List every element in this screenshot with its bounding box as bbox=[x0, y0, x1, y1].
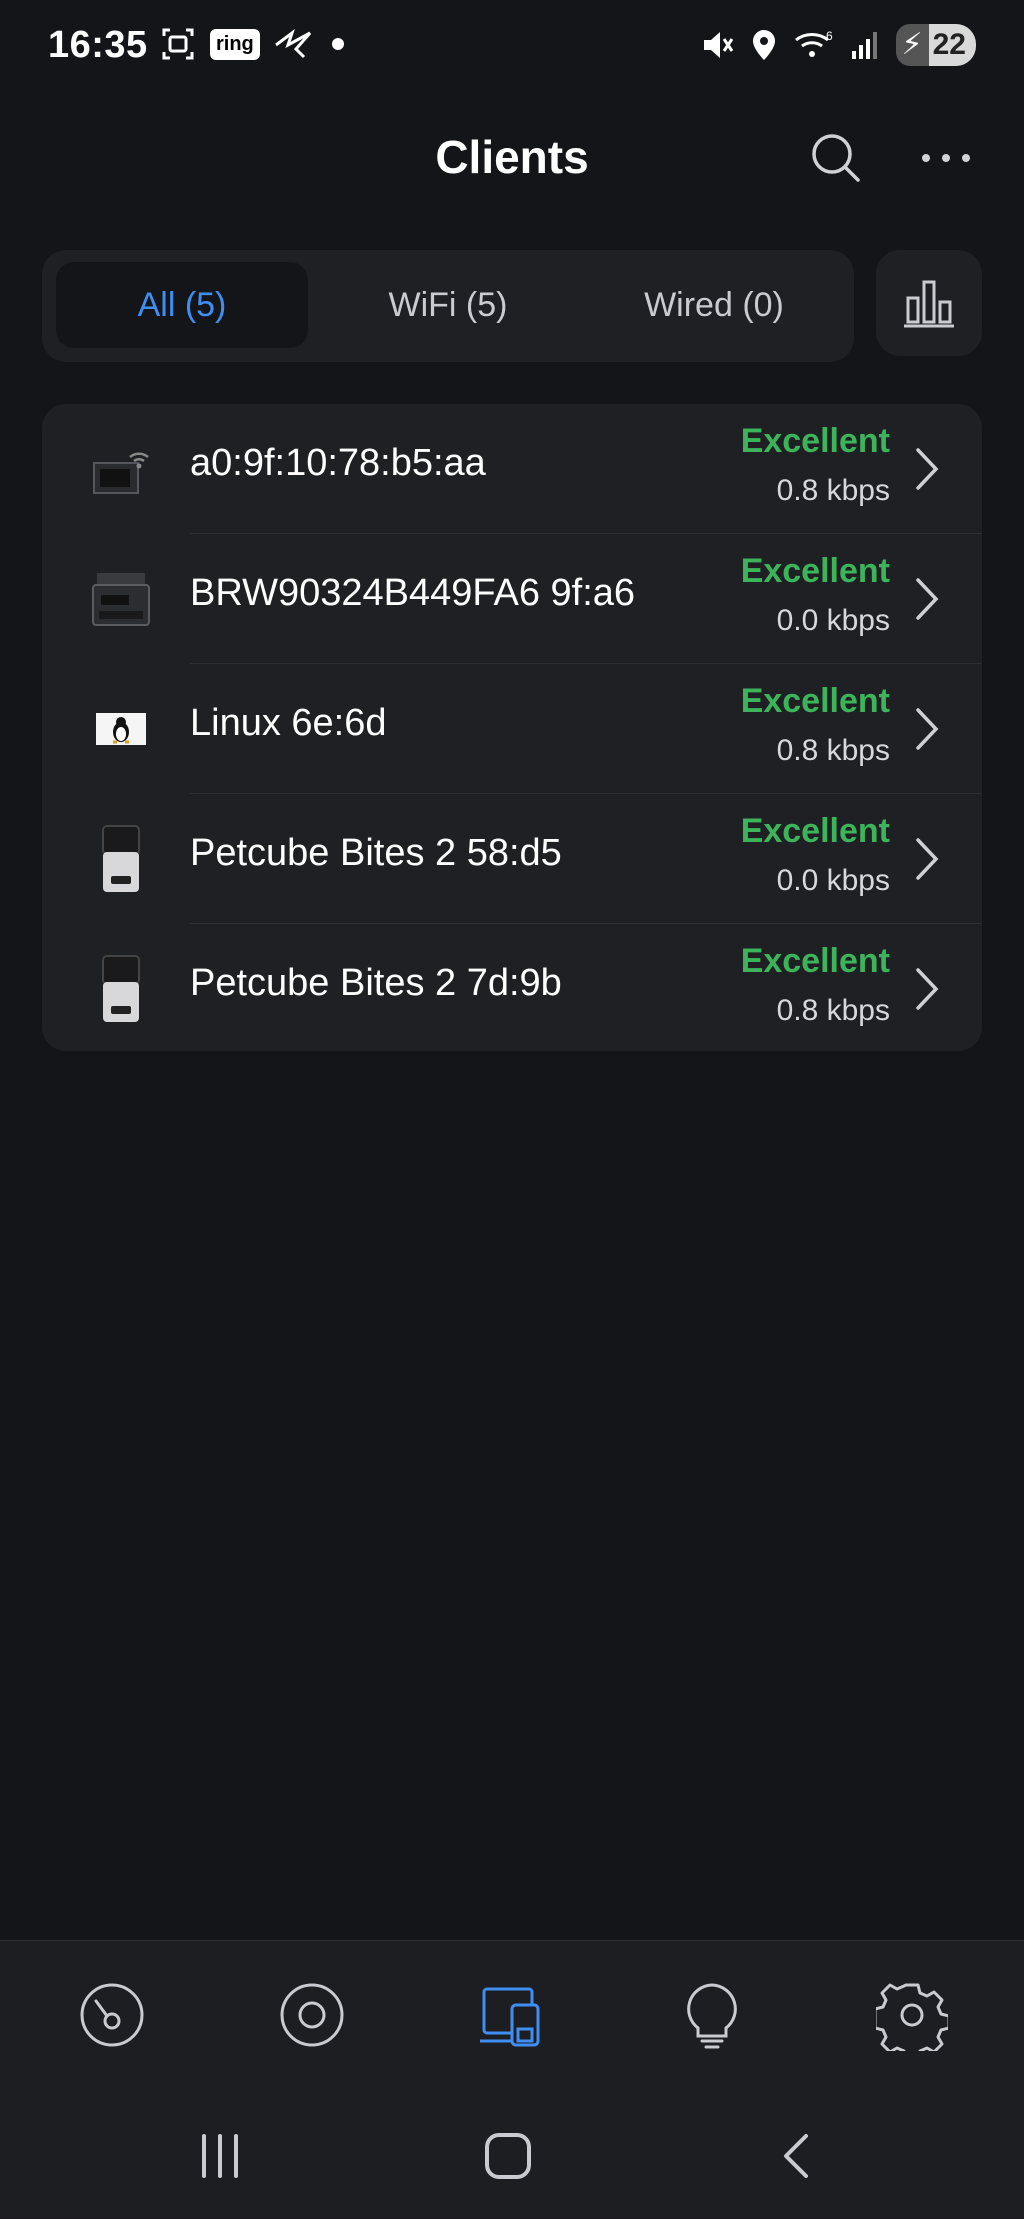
status-right-icons: 6 ⚡ 22 bbox=[700, 24, 976, 66]
charging-icon: ⚡ bbox=[895, 24, 929, 66]
back-icon[interactable] bbox=[768, 2130, 828, 2182]
client-name: Petcube Bites 2 7d:9b bbox=[190, 962, 562, 1004]
mute-icon bbox=[703, 32, 733, 58]
signal-icon bbox=[851, 32, 877, 59]
client-row[interactable]: Petcube Bites 2 58:d5 Excellent 0.0 kbps bbox=[42, 794, 982, 924]
signal-quality: Excellent bbox=[740, 422, 890, 460]
stats-button[interactable] bbox=[876, 250, 982, 356]
chevron-right-icon bbox=[916, 448, 939, 490]
printer-icon bbox=[86, 564, 156, 634]
client-list: a0:9f:10:78:b5:aa Excellent 0.8 kbps BRW… bbox=[42, 404, 982, 1051]
insights-icon[interactable] bbox=[676, 1979, 748, 2051]
screenshot-icon bbox=[162, 28, 194, 60]
status-bar: 16:35 ring 6 ⚡ 22 bbox=[0, 0, 1024, 96]
signal-quality: Excellent bbox=[740, 942, 890, 980]
tab-wired[interactable]: Wired (0) bbox=[588, 262, 840, 348]
location-icon bbox=[752, 30, 775, 60]
client-row[interactable]: Linux 6e:6d Excellent 0.8 kbps bbox=[42, 664, 982, 794]
bar-chart-icon bbox=[904, 280, 954, 328]
linux-icon bbox=[86, 694, 156, 764]
client-row[interactable]: Petcube Bites 2 7d:9b Excellent 0.8 kbps bbox=[42, 924, 982, 1051]
search-icon[interactable] bbox=[808, 130, 864, 186]
signal-quality: Excellent bbox=[740, 682, 890, 720]
clients-icon[interactable] bbox=[476, 1979, 548, 2051]
status-left-icons: ring bbox=[160, 26, 350, 62]
client-rate: 0.0 kbps bbox=[776, 604, 890, 637]
chevron-right-icon bbox=[916, 838, 939, 880]
client-name: Petcube Bites 2 58:d5 bbox=[190, 832, 562, 874]
battery-level: 22 bbox=[932, 28, 966, 61]
dot-icon bbox=[331, 38, 344, 50]
wifi-icon: 6 bbox=[794, 29, 833, 57]
client-name: a0:9f:10:78:b5:aa bbox=[190, 442, 486, 484]
client-rate: 0.8 kbps bbox=[776, 994, 890, 1027]
chevron-right-icon bbox=[916, 578, 939, 620]
app-header: Clients bbox=[0, 110, 1024, 200]
client-rate: 0.8 kbps bbox=[776, 474, 890, 507]
client-name: BRW90324B449FA6 9f:a6 bbox=[190, 572, 636, 614]
chevron-right-icon bbox=[916, 968, 939, 1010]
svg-text:6: 6 bbox=[826, 29, 833, 43]
settings-icon[interactable] bbox=[876, 1979, 948, 2051]
status-time: 16:35 bbox=[48, 24, 148, 66]
petcube-icon bbox=[86, 824, 156, 894]
tab-wifi[interactable]: WiFi (5) bbox=[322, 262, 574, 348]
client-filter-tabs: All (5) WiFi (5) Wired (0) bbox=[42, 250, 854, 362]
client-row[interactable]: BRW90324B449FA6 9f:a6 Excellent 0.0 kbps bbox=[42, 534, 982, 664]
tab-all[interactable]: All (5) bbox=[56, 262, 308, 348]
dashboard-icon[interactable] bbox=[76, 1979, 148, 2051]
client-rate: 0.8 kbps bbox=[776, 734, 890, 767]
home-icon[interactable] bbox=[478, 2130, 538, 2182]
battery-icon: ⚡ 22 bbox=[895, 24, 976, 66]
ring-icon: ring bbox=[210, 28, 260, 60]
devices-icon[interactable] bbox=[276, 1979, 348, 2051]
client-name: Linux 6e:6d bbox=[190, 702, 387, 744]
bottom-nav bbox=[0, 1940, 1024, 2089]
wireless-device-icon bbox=[86, 434, 156, 504]
recents-icon[interactable] bbox=[190, 2130, 250, 2182]
petcube-icon bbox=[86, 954, 156, 1024]
client-row[interactable]: a0:9f:10:78:b5:aa Excellent 0.8 kbps bbox=[42, 404, 982, 534]
chevron-right-icon bbox=[916, 708, 939, 750]
system-nav-bar bbox=[0, 2088, 1024, 2219]
signal-quality: Excellent bbox=[740, 812, 890, 850]
client-rate: 0.0 kbps bbox=[776, 864, 890, 897]
signal-quality: Excellent bbox=[740, 552, 890, 590]
bird-icon bbox=[274, 29, 311, 59]
more-icon[interactable] bbox=[916, 130, 976, 186]
page-title: Clients bbox=[435, 131, 589, 183]
